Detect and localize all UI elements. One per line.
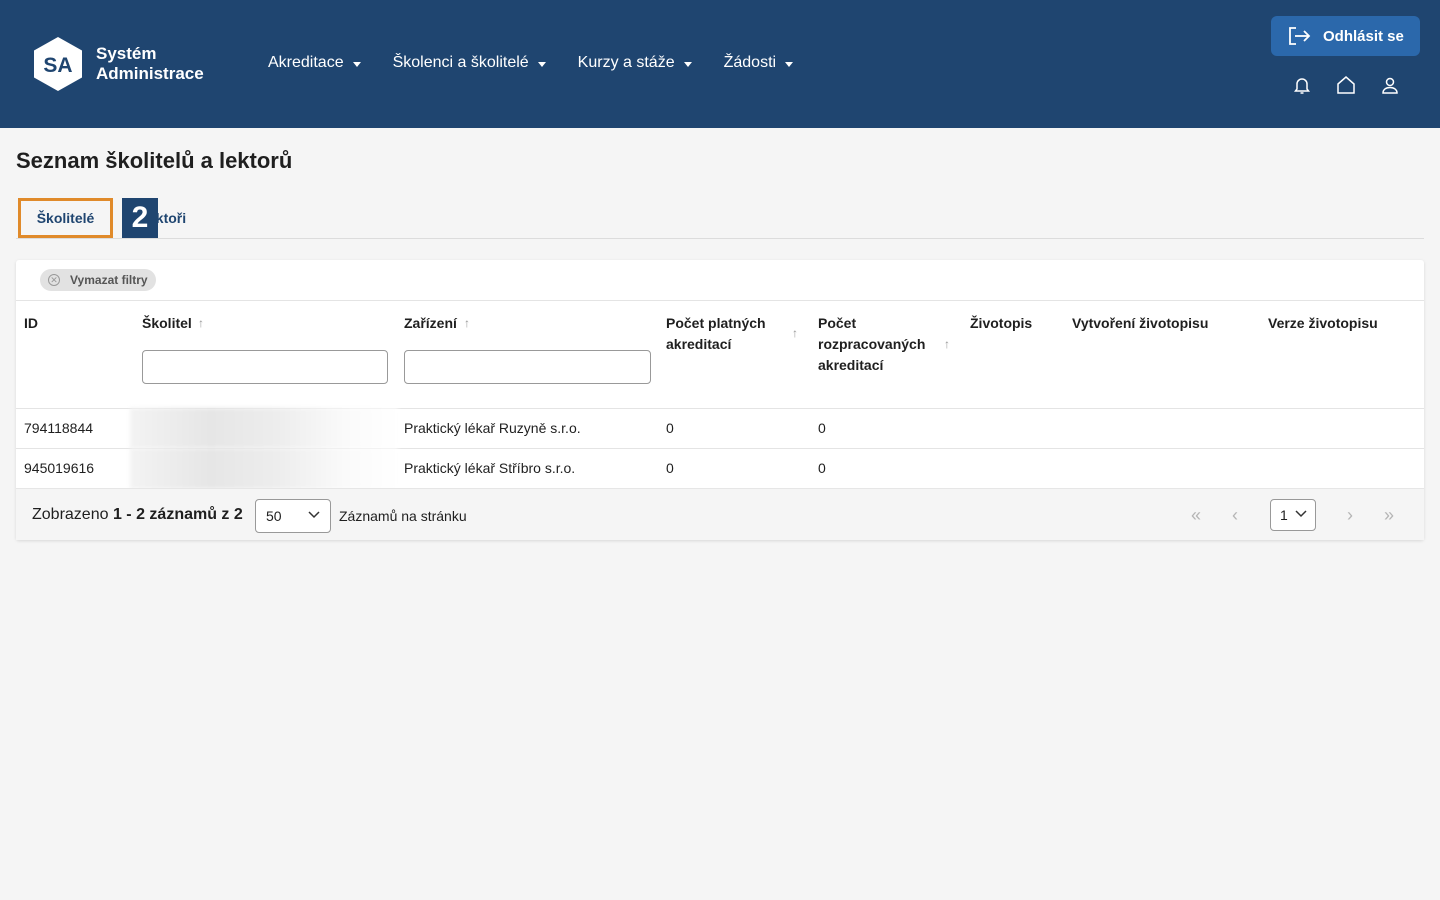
redacted-name-cell — [130, 408, 398, 448]
col-header-line: akreditací — [666, 336, 732, 352]
sort-arrow-icon[interactable]: ↑ — [944, 337, 950, 351]
cell-pocet-rozpracovanych: 0 — [818, 420, 826, 436]
user-icon[interactable] — [1378, 73, 1402, 97]
table-row[interactable]: 945019616 Praktický lékař Stříbro s.r.o.… — [16, 448, 1424, 489]
nav-skolenci-a-skolitele[interactable]: Školenci a školitelé — [393, 52, 546, 74]
nav-akreditace[interactable]: Akreditace — [268, 52, 361, 74]
caret-down-icon — [785, 61, 794, 67]
step-badge: 2 — [122, 198, 158, 238]
cell-id: 794118844 — [24, 420, 94, 436]
filter-skolitel-input[interactable] — [142, 350, 388, 384]
divider — [16, 300, 1424, 301]
tab-skolitele[interactable]: Školitelé — [18, 198, 113, 238]
col-header-vytvoreni-zivotopisu: Vytvoření životopisu — [1072, 315, 1209, 331]
chevron-down-icon — [1295, 510, 1307, 518]
page-title: Seznam školitelů a lektorů — [16, 148, 293, 173]
col-header-line: rozpracovaných — [818, 336, 926, 352]
logo-initials: SA — [43, 54, 72, 77]
main-nav: Akreditace Školenci a školitelé Kurzy a … — [268, 52, 825, 74]
logout-button[interactable]: Odhlásit se — [1271, 16, 1420, 56]
records-shown-range: 1 - 2 záznamů z 2 — [112, 506, 243, 523]
col-header-line: akreditací — [818, 357, 884, 373]
logo-text: Systém Administrace — [96, 44, 204, 84]
per-page-label: Záznamů na stránku — [339, 508, 467, 524]
sort-arrow-icon[interactable]: ↑ — [198, 316, 204, 330]
col-header-verze-zivotopisu: Verze životopisu — [1268, 315, 1378, 331]
nav-kurzy-a-staze[interactable]: Kurzy a stáže — [578, 52, 692, 74]
col-header-pocet-rozpracovanych[interactable]: Počet rozpracovaných akreditací — [818, 313, 925, 376]
page-size-value: 50 — [266, 508, 282, 524]
col-header-label: Školitel — [142, 315, 192, 331]
col-header-zarizeni[interactable]: Zařízení — [404, 313, 457, 334]
chevron-down-icon — [308, 511, 320, 519]
cell-zarizeni: Praktický lékař Stříbro s.r.o. — [404, 460, 576, 476]
prev-page-icon[interactable]: ‹ — [1223, 503, 1247, 527]
header-icons — [1290, 73, 1422, 97]
page-number-select[interactable]: 1 — [1270, 499, 1316, 531]
clear-x-icon: ✕ — [48, 274, 60, 286]
col-header-zivotopis: Životopis — [970, 315, 1033, 331]
table-footer: Zobrazeno 1 - 2 záznamů z 2 50 Záznamů n… — [16, 488, 1424, 540]
first-page-icon[interactable]: « — [1184, 503, 1208, 527]
col-header-pocet-platnych[interactable]: Počet platných akreditací — [666, 313, 766, 355]
nav-label: Školenci a školitelé — [392, 54, 529, 71]
caret-down-icon — [683, 61, 692, 67]
caret-down-icon — [352, 61, 361, 67]
records-shown-prefix: Zobrazeno — [32, 506, 109, 523]
bell-icon[interactable] — [1290, 73, 1314, 97]
logout-label: Odhlásit se — [1323, 27, 1404, 45]
col-header-skolitel[interactable]: Školitel — [142, 313, 192, 334]
nav-label: Žádosti — [723, 54, 777, 71]
cell-pocet-platnych: 0 — [666, 460, 674, 476]
logo-line-1: Systém — [96, 44, 157, 63]
last-page-icon[interactable]: » — [1377, 503, 1401, 527]
cell-id: 945019616 — [24, 460, 95, 476]
logo[interactable]: SA — [34, 37, 82, 91]
home-icon[interactable] — [1334, 73, 1358, 97]
col-header-label: Zařízení — [404, 315, 457, 331]
sort-arrow-icon[interactable]: ↑ — [464, 316, 470, 330]
table-row[interactable]: 794118844 Praktický lékař Ruzyně s.r.o. … — [16, 408, 1424, 448]
cell-pocet-platnych: 0 — [666, 420, 674, 436]
trainers-table-card: ✕ Vymazat filtry ID Školitel ↑ Zařízení … — [16, 260, 1424, 540]
nav-label: Akreditace — [268, 54, 344, 71]
logout-icon — [1289, 27, 1311, 45]
sort-arrow-icon[interactable]: ↑ — [792, 326, 798, 340]
cell-pocet-rozpracovanych: 0 — [818, 460, 826, 476]
tabs: Školitelé ektoři 2 — [16, 196, 1424, 239]
records-shown-text: Zobrazeno 1 - 2 záznamů z 2 — [32, 506, 243, 524]
redacted-name-cell — [130, 448, 398, 489]
col-header-line: Počet platných — [666, 315, 766, 331]
filter-zarizeni-input[interactable] — [404, 350, 651, 384]
col-header-id[interactable]: ID — [24, 313, 38, 334]
app-header: SA Systém Administrace Akreditace Školen… — [0, 0, 1440, 128]
cell-zarizeni: Praktický lékař Ruzyně s.r.o. — [404, 420, 581, 436]
next-page-icon[interactable]: › — [1338, 503, 1362, 527]
col-header-line: Počet — [818, 315, 857, 331]
page-size-select[interactable]: 50 — [255, 499, 331, 533]
clear-filters-button[interactable]: ✕ Vymazat filtry — [40, 269, 156, 291]
page-number-value: 1 — [1280, 507, 1288, 523]
clear-filters-label: Vymazat filtry — [70, 273, 148, 287]
nav-zadosti[interactable]: Žádosti — [723, 52, 794, 74]
logo-line-2: Administrace — [96, 64, 204, 83]
nav-label: Kurzy a stáže — [577, 54, 675, 71]
caret-down-icon — [537, 61, 546, 67]
